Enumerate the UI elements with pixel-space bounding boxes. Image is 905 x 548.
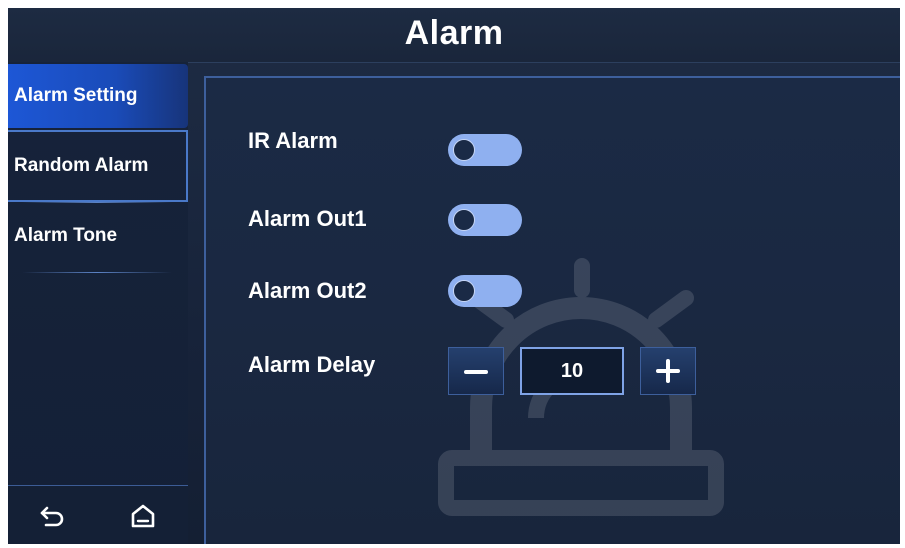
sidebar-item-alarm-tone[interactable]: Alarm Tone bbox=[8, 204, 188, 268]
alarm-delay-label: Alarm Delay bbox=[248, 352, 376, 377]
sidebar: Alarm Setting Random Alarm Alarm Tone bbox=[8, 62, 188, 544]
sidebar-item-label: Alarm Setting bbox=[14, 85, 138, 106]
toggle-knob bbox=[453, 139, 475, 161]
toggle-knob bbox=[453, 209, 475, 231]
sidebar-divider bbox=[22, 272, 172, 273]
alarm-out2-toggle[interactable] bbox=[448, 275, 522, 307]
sidebar-item-random-alarm[interactable]: Random Alarm bbox=[8, 130, 188, 202]
ir-alarm-toggle[interactable] bbox=[448, 134, 522, 166]
alarm-out1-toggle[interactable] bbox=[448, 204, 522, 236]
toggle-knob bbox=[453, 280, 475, 302]
sidebar-item-label: Random Alarm bbox=[14, 155, 149, 176]
home-icon[interactable] bbox=[128, 500, 158, 530]
sidebar-item-label: Alarm Tone bbox=[14, 225, 118, 246]
sidebar-item-alarm-setting[interactable]: Alarm Setting bbox=[8, 64, 188, 128]
minus-icon bbox=[464, 370, 488, 374]
title-bar: Alarm bbox=[8, 8, 900, 63]
ir-alarm-label: IR Alarm bbox=[248, 128, 338, 153]
plus-icon bbox=[656, 359, 680, 383]
bottom-nav-bar bbox=[8, 485, 188, 544]
sidebar-divider bbox=[22, 202, 172, 203]
increment-button[interactable] bbox=[640, 347, 696, 395]
page-title: Alarm bbox=[404, 14, 504, 52]
alarm-out2-label: Alarm Out2 bbox=[248, 278, 367, 303]
alarm-delay-value[interactable]: 10 bbox=[520, 347, 624, 395]
alarm-out1-label: Alarm Out1 bbox=[248, 206, 367, 231]
back-arrow-icon[interactable] bbox=[38, 500, 68, 530]
alarm-screen: Alarm Alarm Setting Random Alarm Alarm T… bbox=[8, 8, 900, 544]
decrement-button[interactable] bbox=[448, 347, 504, 395]
